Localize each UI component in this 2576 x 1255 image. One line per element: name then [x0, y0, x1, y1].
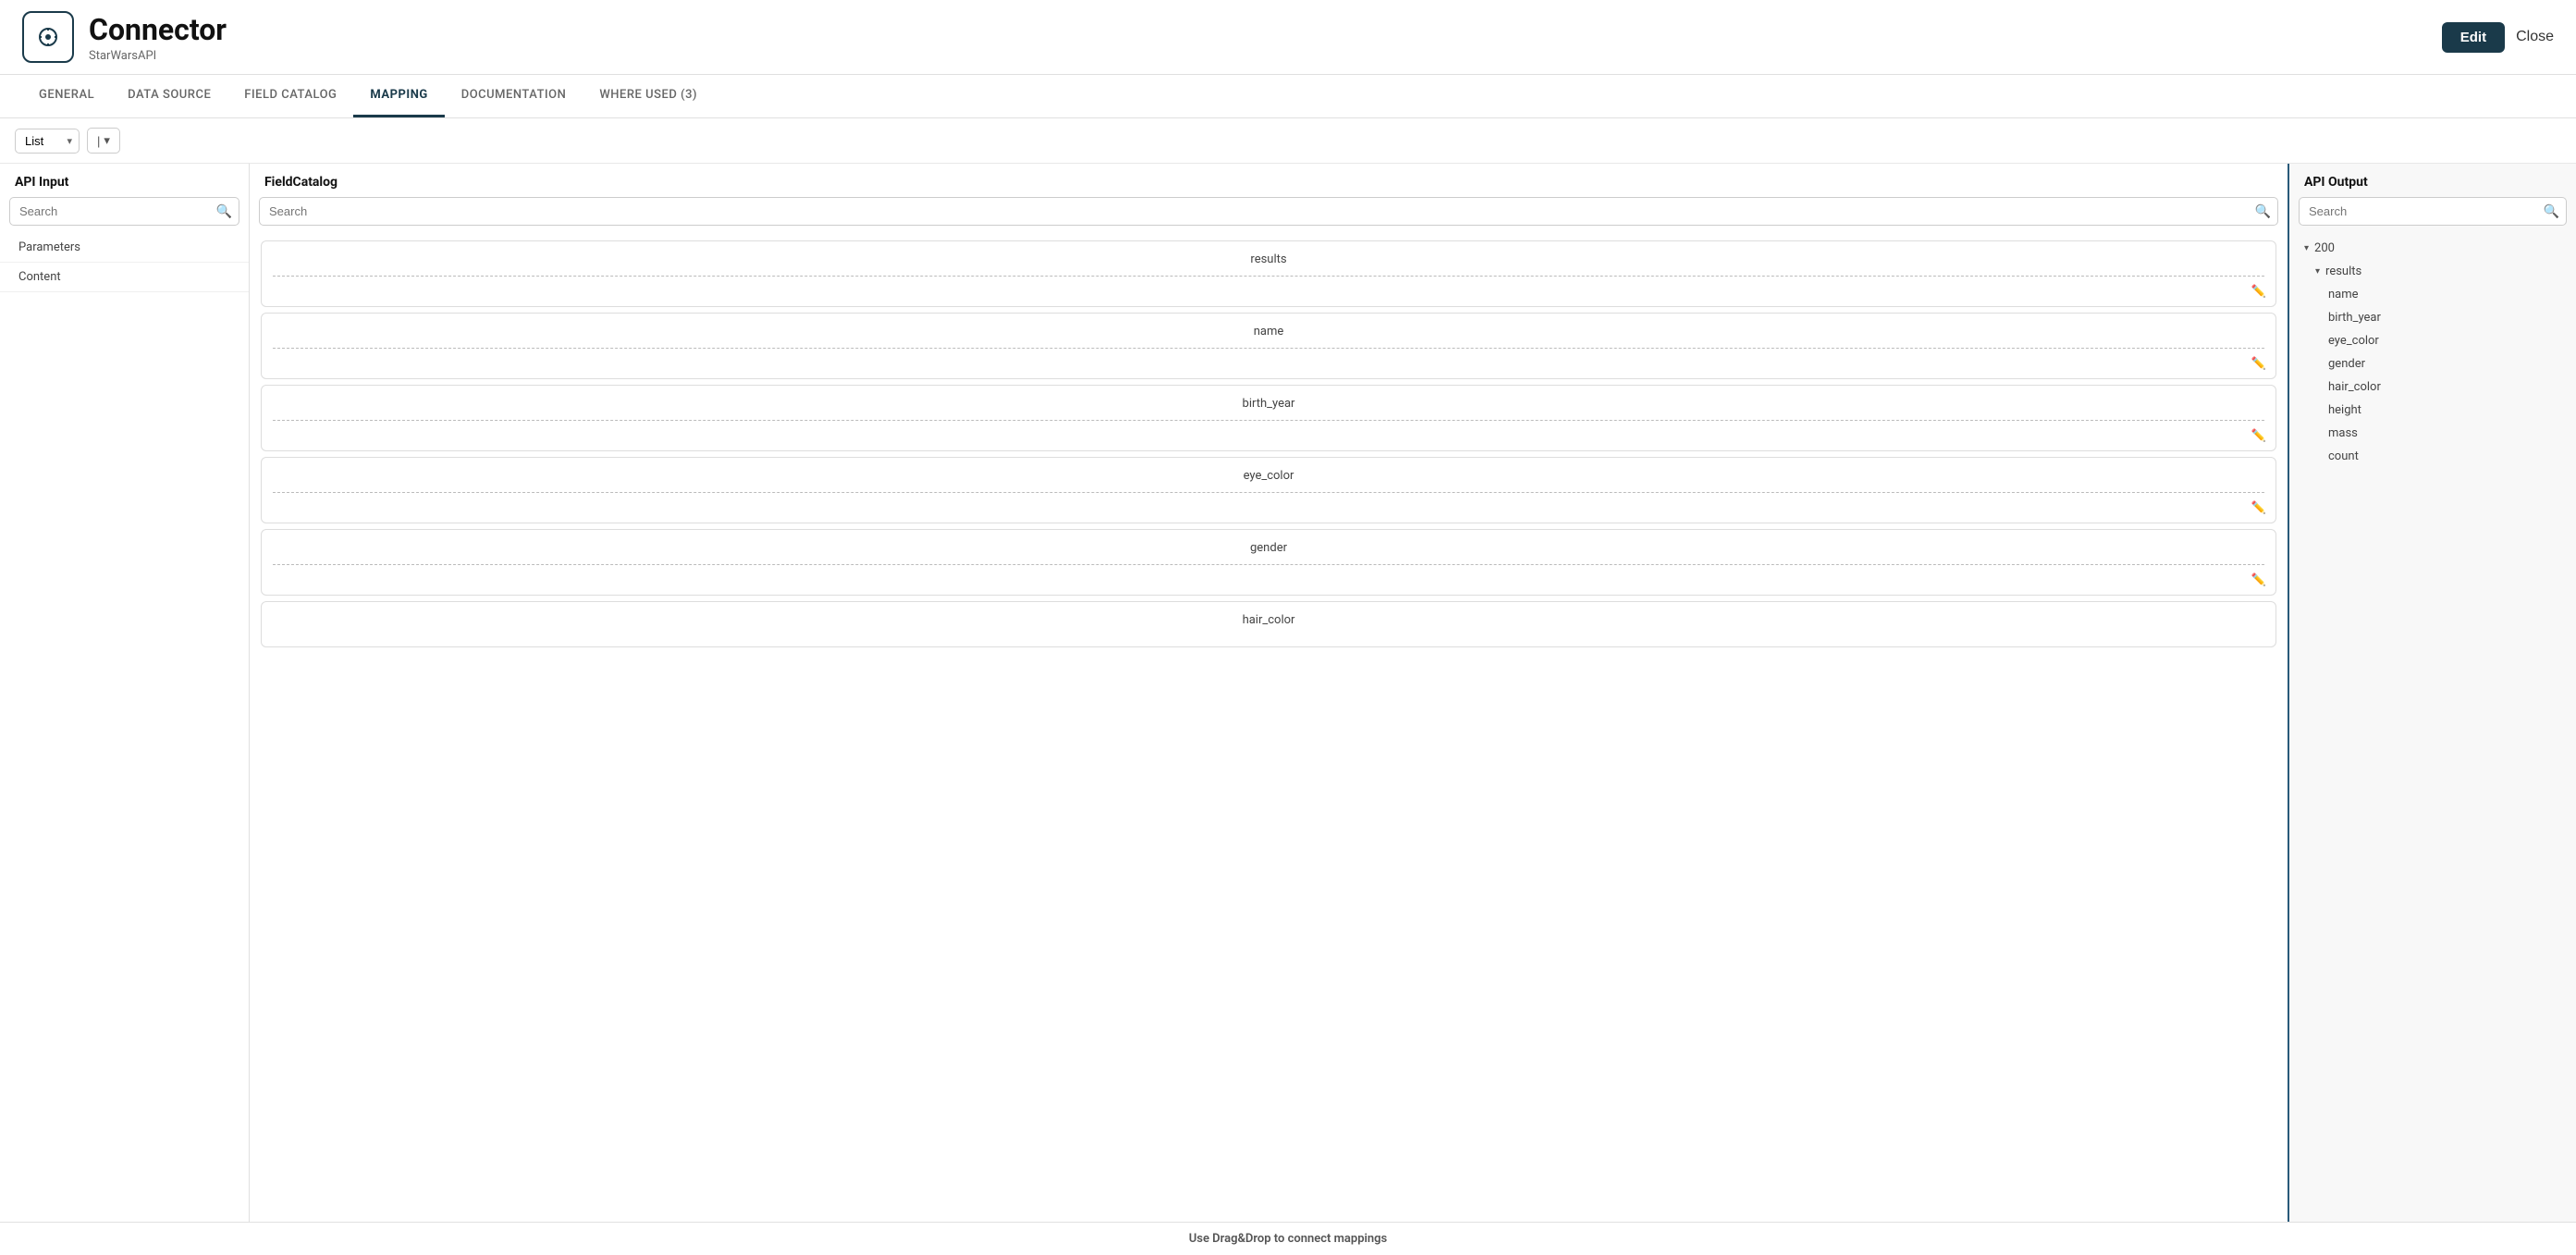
connector-icon	[22, 11, 74, 63]
api-output-search-input[interactable]	[2299, 197, 2567, 226]
tab-mapping[interactable]: MAPPING	[353, 75, 444, 117]
search-icon: 🔍	[216, 204, 232, 219]
field-dashed-eye-color	[273, 492, 2264, 493]
field-dashed-birth-year	[273, 420, 2264, 421]
output-item-height[interactable]: height	[2289, 399, 2576, 422]
field-dashed-name	[273, 348, 2264, 349]
field-catalog-panel: FieldCatalog 🔍 results ✏️ name ✏️ birth_…	[250, 164, 2289, 1222]
api-input-title: API Input	[0, 164, 249, 197]
api-output-search-box: 🔍	[2299, 197, 2567, 226]
main-layout: API Input 🔍 Parameters Content FieldCata…	[0, 164, 2576, 1222]
output-label-results: results	[2325, 265, 2361, 278]
field-name-name: name	[273, 325, 2264, 338]
output-item-eye-color[interactable]: eye_color	[2289, 329, 2576, 352]
field-name-hair-color: hair_color	[273, 613, 2264, 627]
output-item-hair-color[interactable]: hair_color	[2289, 375, 2576, 399]
field-card-birth-year: birth_year ✏️	[261, 385, 2276, 451]
field-catalog-title: FieldCatalog	[250, 164, 2288, 197]
toolbar: List Grid | ▾	[0, 118, 2576, 164]
edit-icon-results[interactable]: ✏️	[2251, 285, 2266, 299]
toolbar-extra-button[interactable]: | ▾	[87, 128, 120, 154]
search-icon-out: 🔍	[2544, 204, 2559, 219]
chevron-down-icon: ▾	[104, 133, 110, 148]
field-catalog-search-input[interactable]	[259, 197, 2278, 226]
output-label-200: 200	[2314, 241, 2335, 255]
bottom-hint: Use Drag&Drop to connect mappings	[0, 1222, 2576, 1255]
output-label-birth-year: birth_year	[2328, 311, 2381, 325]
output-label-eye-color: eye_color	[2328, 334, 2379, 348]
output-item-name[interactable]: name	[2289, 283, 2576, 306]
output-item-mass[interactable]: mass	[2289, 422, 2576, 445]
field-card-hair-color: hair_color	[261, 601, 2276, 647]
tab-data-source[interactable]: DATA SOURCE	[111, 75, 227, 117]
field-card-name: name ✏️	[261, 313, 2276, 379]
output-item-results[interactable]: ▾ results	[2289, 260, 2576, 283]
field-card-gender: gender ✏️	[261, 529, 2276, 596]
field-name-results: results	[273, 252, 2264, 266]
edit-icon-name[interactable]: ✏️	[2251, 357, 2266, 371]
close-button[interactable]: Close	[2516, 29, 2554, 45]
output-item-gender[interactable]: gender	[2289, 352, 2576, 375]
output-label-mass: mass	[2328, 426, 2358, 440]
field-card-eye-color: eye_color ✏️	[261, 457, 2276, 523]
chevron-200: ▾	[2304, 243, 2309, 253]
edit-button[interactable]: Edit	[2442, 22, 2505, 53]
chevron-results: ▾	[2315, 266, 2320, 277]
field-name-birth-year: birth_year	[273, 397, 2264, 411]
api-input-search-box: 🔍	[9, 197, 239, 226]
tab-where-used[interactable]: WHERE USED (3)	[583, 75, 714, 117]
subtitle: StarWarsAPI	[89, 49, 227, 63]
edit-icon-eye-color[interactable]: ✏️	[2251, 501, 2266, 515]
header-left: Connector StarWarsAPI	[22, 11, 227, 63]
output-item-count[interactable]: count	[2289, 445, 2576, 468]
field-dashed-results	[273, 276, 2264, 277]
output-label-name: name	[2328, 288, 2359, 301]
edit-icon-birth-year[interactable]: ✏️	[2251, 429, 2266, 443]
output-label-gender: gender	[2328, 357, 2365, 371]
api-input-panel: API Input 🔍 Parameters Content	[0, 164, 250, 1222]
view-mode-select[interactable]: List Grid	[15, 129, 80, 154]
output-label-count: count	[2328, 449, 2359, 463]
page-title: Connector	[89, 12, 227, 47]
search-icon-fc: 🔍	[2255, 204, 2271, 219]
field-list: results ✏️ name ✏️ birth_year ✏️ eye_col…	[250, 233, 2288, 1222]
header: Connector StarWarsAPI Edit Close	[0, 0, 2576, 75]
api-output-panel: API Output 🔍 ▾ 200 ▾ results name birth_…	[2289, 164, 2576, 1222]
list-select-wrapper: List Grid	[15, 129, 80, 154]
tab-documentation[interactable]: DOCUMENTATION	[445, 75, 583, 117]
field-name-eye-color: eye_color	[273, 469, 2264, 483]
api-input-search-input[interactable]	[9, 197, 239, 226]
output-label-hair-color: hair_color	[2328, 380, 2381, 394]
field-dashed-gender	[273, 564, 2264, 565]
header-actions: Edit Close	[2442, 22, 2554, 53]
field-card-results: results ✏️	[261, 240, 2276, 307]
tab-general[interactable]: GENERAL	[22, 75, 111, 117]
tabs-bar: GENERAL DATA SOURCE FIELD CATALOG MAPPIN…	[0, 75, 2576, 118]
api-input-item-parameters[interactable]: Parameters	[0, 233, 249, 263]
edit-icon-gender[interactable]: ✏️	[2251, 573, 2266, 587]
field-name-gender: gender	[273, 541, 2264, 555]
tab-field-catalog[interactable]: FIELD CATALOG	[227, 75, 353, 117]
output-tree: ▾ 200 ▾ results name birth_year eye_colo…	[2289, 233, 2576, 1222]
field-catalog-search-box: 🔍	[259, 197, 2278, 226]
header-title-block: Connector StarWarsAPI	[89, 12, 227, 63]
output-item-birth-year[interactable]: birth_year	[2289, 306, 2576, 329]
toolbar-divider: |	[97, 134, 100, 148]
output-item-200[interactable]: ▾ 200	[2289, 237, 2576, 260]
api-input-item-content[interactable]: Content	[0, 263, 249, 292]
output-label-height: height	[2328, 403, 2361, 417]
api-output-title: API Output	[2289, 164, 2576, 197]
